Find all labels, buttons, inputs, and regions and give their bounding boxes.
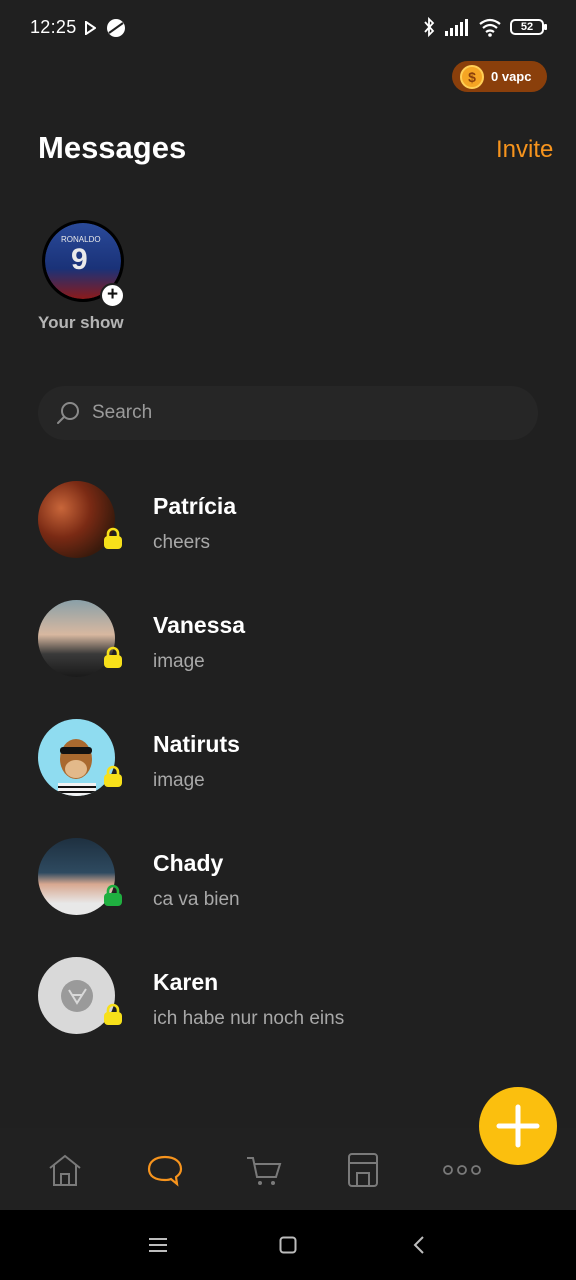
coin-balance[interactable]: $ 0 vapc (452, 61, 547, 92)
system-navigation-bar (0, 1210, 576, 1280)
jersey-number: 9 (71, 243, 88, 276)
status-time: 12:25 (30, 17, 77, 37)
lock-icon (104, 765, 122, 787)
lock-icon (104, 646, 122, 668)
lock-icon (104, 1003, 122, 1025)
more-icon (443, 1165, 481, 1175)
plus-icon (496, 1104, 540, 1148)
home-button-icon[interactable] (279, 1236, 297, 1254)
planet-icon (107, 19, 125, 37)
conversation-name: Karen (153, 969, 219, 995)
play-store-icon (85, 21, 96, 35)
home-icon (49, 1154, 81, 1186)
chat-icon (147, 1155, 183, 1187)
page-title: Messages (38, 130, 187, 165)
wifi-icon (479, 18, 501, 37)
cart-icon (247, 1157, 282, 1185)
conversation-name: Patrícia (153, 493, 237, 519)
story-label: Your show (38, 313, 124, 332)
lock-icon (104, 527, 122, 549)
conversation-name: Natiruts (153, 731, 240, 757)
conversation-name: Chady (153, 850, 224, 876)
store-icon (348, 1153, 378, 1187)
conversation-row[interactable]: Patrícia cheers (0, 470, 576, 580)
status-icons: 52 (422, 16, 547, 38)
tab-store[interactable] (339, 1146, 387, 1194)
search-input[interactable] (92, 400, 492, 426)
conversation-preview: cheers (153, 532, 211, 553)
conversation-row[interactable]: Chady ca va bien (0, 827, 576, 937)
conversation-row[interactable]: Vanessa image (0, 589, 576, 699)
menu-icon[interactable] (148, 1237, 168, 1253)
add-story-icon[interactable]: + (100, 283, 125, 308)
conversation-row[interactable]: Natiruts image (0, 708, 576, 818)
status-bar: 12:25 52 (0, 0, 576, 56)
bluetooth-icon (424, 16, 435, 38)
tab-home[interactable] (41, 1146, 89, 1194)
new-message-button[interactable] (479, 1087, 557, 1165)
conversation-preview: image (153, 770, 205, 791)
signal-icon (445, 19, 468, 36)
coin-icon: $ (460, 64, 484, 89)
invite-button[interactable]: Invite (496, 136, 553, 164)
search-icon (57, 402, 79, 424)
conversation-preview: ich habe nur noch eins (153, 1008, 345, 1029)
coin-balance-label: 0 vapc (491, 69, 532, 84)
conversation-preview: image (153, 651, 205, 672)
back-icon[interactable] (413, 1236, 425, 1254)
tab-messages[interactable] (141, 1146, 189, 1194)
lock-icon (104, 884, 122, 906)
conversation-name: Vanessa (153, 612, 246, 638)
conversation-row[interactable]: Karen ich habe nur noch eins (0, 946, 576, 1056)
tab-more[interactable] (438, 1146, 486, 1194)
battery-icon: 52 (510, 19, 547, 35)
tab-cart[interactable] (240, 1146, 288, 1194)
conversation-preview: ca va bien (153, 889, 240, 910)
default-avatar-icon (60, 979, 93, 1012)
